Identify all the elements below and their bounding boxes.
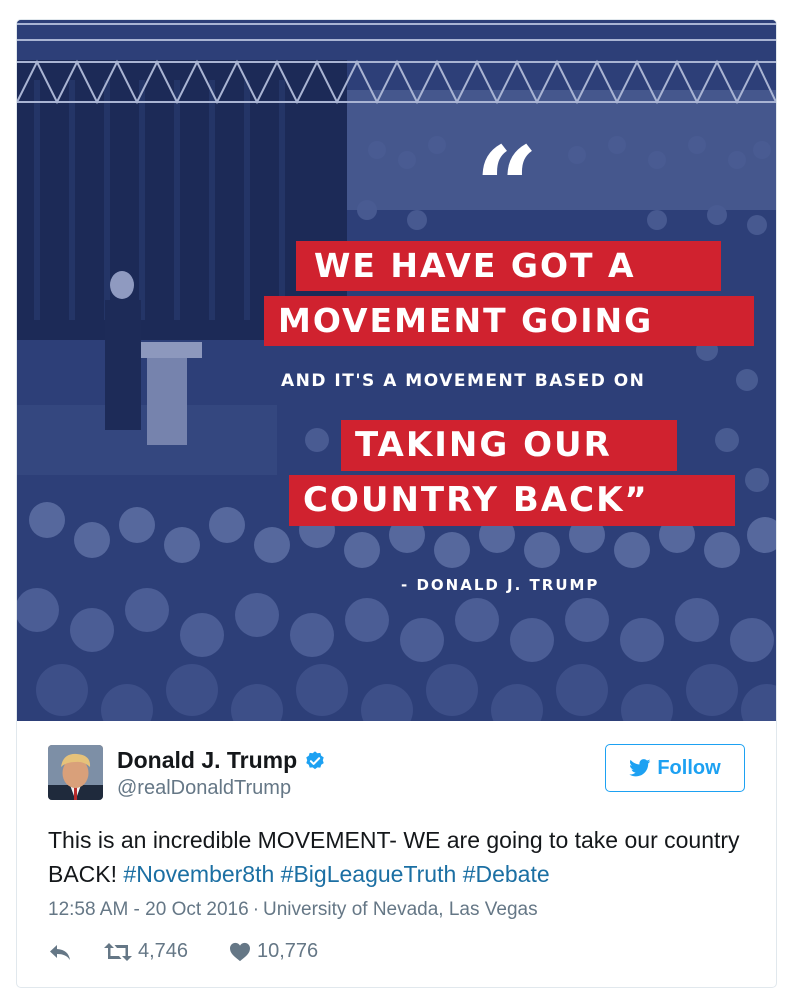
heart-icon	[230, 942, 250, 961]
retweet-button[interactable]: 4,746	[104, 940, 229, 963]
meta-separator: ·	[252, 899, 260, 920]
display-name[interactable]: Donald J. Trump	[117, 747, 297, 774]
hashtag-link[interactable]: #November8th	[123, 861, 274, 887]
reply-icon	[50, 944, 70, 960]
follow-button[interactable]: Follow	[605, 744, 745, 792]
avatar[interactable]	[48, 745, 103, 800]
follow-label: Follow	[657, 756, 721, 779]
author-name-row[interactable]: Donald J. Trump	[117, 747, 326, 774]
avatar-portrait	[48, 745, 103, 800]
author-handle[interactable]: @realDonaldTrump	[117, 777, 291, 800]
tweet-text: This is an incredible MOVEMENT- WE are g…	[48, 823, 748, 891]
like-button[interactable]: 10,776	[229, 940, 318, 963]
quote-line-2: MOVEMENT GOING	[264, 296, 754, 346]
hashtag-link[interactable]: #BigLeagueTruth	[281, 861, 457, 887]
tweet-timestamp[interactable]: 12:58 AM - 20 Oct 2016	[48, 899, 249, 920]
verified-badge-icon	[306, 750, 324, 769]
hashtag-link[interactable]: #Debate	[463, 861, 550, 887]
like-count: 10,776	[257, 940, 319, 962]
tweet-meta: 12:58 AM - 20 Oct 2016 · University of Nev…	[48, 899, 538, 921]
reply-button[interactable]	[48, 942, 104, 962]
tweet-card: “ WE HAVE GOT A MOVEMENT GOING AND IT'S …	[16, 19, 777, 988]
retweet-count: 4,746	[138, 940, 189, 962]
retweet-icon	[104, 942, 132, 961]
quote-line-3: TAKING OUR	[341, 420, 677, 471]
quote-line-1: WE HAVE GOT A	[296, 241, 721, 291]
quote-mark: “	[475, 122, 539, 251]
twitter-bird-icon	[629, 759, 651, 777]
quote-line-4: COUNTRY BACK”	[289, 475, 735, 526]
tweet-location[interactable]: University of Nevada, Las Vegas	[263, 899, 538, 920]
quote-subline: AND IT'S A MOVEMENT BASED ON	[281, 371, 646, 391]
tweet-media-image[interactable]: “ WE HAVE GOT A MOVEMENT GOING AND IT'S …	[17, 20, 776, 721]
quote-attribution: - DONALD J. TRUMP	[401, 576, 600, 594]
tweet-actions: 4,746 10,776	[48, 940, 318, 963]
